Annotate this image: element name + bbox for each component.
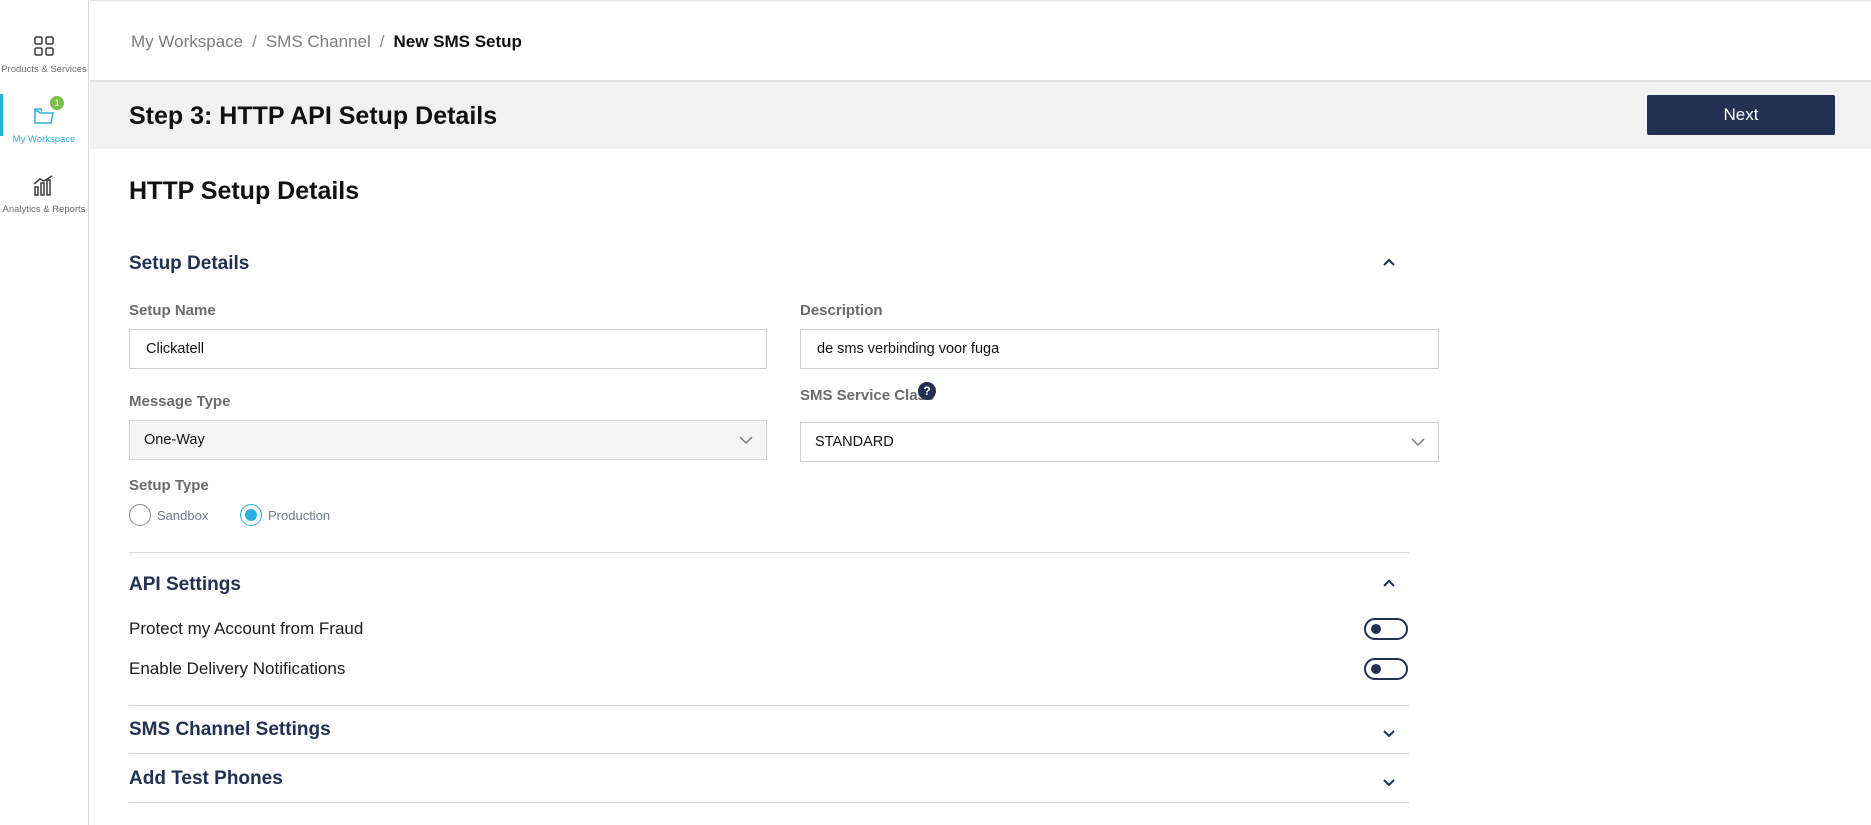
sms-service-class-text: SMS Service Class (800, 387, 935, 404)
bar-chart-icon (32, 174, 56, 198)
message-type-select[interactable]: One-Way (129, 420, 767, 460)
radio-sandbox-label[interactable]: Sandbox (157, 508, 208, 523)
sms-service-class-select[interactable]: STANDARD (800, 422, 1439, 462)
section-divider (129, 705, 1409, 706)
breadcrumb-sms-channel[interactable]: SMS Channel (266, 32, 371, 51)
radio-production[interactable] (240, 504, 262, 526)
breadcrumb-current: New SMS Setup (393, 32, 522, 51)
chevron-down-icon[interactable] (1381, 774, 1397, 790)
notification-badge: 1 (50, 96, 64, 110)
delivery-notifications-label: Enable Delivery Notifications (129, 659, 346, 678)
chevron-down-icon[interactable] (1381, 725, 1397, 741)
setup-name-input[interactable] (129, 329, 767, 369)
rail-item-analytics-reports[interactable]: Analytics & Reports (0, 174, 88, 215)
section-title: SMS Channel Settings (129, 719, 331, 740)
description-label: Description (800, 302, 883, 319)
step-title: Step 3: HTTP API Setup Details (129, 102, 498, 130)
message-type-value: One-Way (144, 432, 205, 448)
page-title: HTTP Setup Details (129, 177, 360, 205)
section-title: API Settings (129, 574, 241, 595)
folder-icon: 1 (32, 96, 64, 128)
section-divider (129, 802, 1409, 803)
description-input[interactable] (800, 329, 1439, 369)
api-settings-section-header[interactable]: API Settings (129, 574, 1409, 604)
next-button[interactable]: Next (1647, 95, 1835, 135)
radio-production-label[interactable]: Production (268, 508, 330, 523)
rail-item-products-services[interactable]: Products & Services (0, 34, 88, 75)
radio-sandbox[interactable] (129, 504, 151, 526)
breadcrumb-separator: / (379, 32, 385, 51)
fraud-protection-toggle[interactable] (1364, 618, 1408, 640)
grid-icon (32, 34, 56, 58)
breadcrumb-my-workspace[interactable]: My Workspace (131, 32, 243, 51)
step-header: Step 3: HTTP API Setup Details Next (90, 82, 1871, 149)
rail-item-my-workspace[interactable]: 1 My Workspace (0, 94, 88, 145)
chevron-up-icon[interactable] (1381, 576, 1397, 592)
rail-item-label: Analytics & Reports (2, 204, 86, 215)
setup-name-label: Setup Name (129, 302, 216, 319)
fraud-protection-label: Protect my Account from Fraud (129, 619, 364, 638)
top-bar: My Workspace / SMS Channel / New SMS Setup (90, 0, 1871, 82)
section-divider (129, 753, 1409, 754)
rail-item-label: My Workspace (12, 134, 76, 145)
section-title: Add Test Phones (129, 768, 283, 789)
sms-service-class-value: STANDARD (815, 434, 894, 450)
setup-details-section-header[interactable]: Setup Details (129, 253, 1409, 283)
rail-item-label: Products & Services (1, 64, 87, 75)
sms-channel-settings-section-header[interactable]: SMS Channel Settings (129, 719, 1409, 749)
section-title: Setup Details (129, 253, 250, 274)
breadcrumb: My Workspace / SMS Channel / New SMS Setup (131, 32, 522, 52)
delivery-notifications-toggle[interactable] (1364, 658, 1408, 680)
breadcrumb-separator: / (252, 32, 257, 51)
sms-service-class-label: SMS Service Class (800, 387, 934, 404)
chevron-down-icon (739, 436, 753, 445)
add-test-phones-section-header[interactable]: Add Test Phones (129, 768, 1409, 798)
chevron-down-icon (1411, 438, 1425, 447)
help-icon[interactable]: ? (918, 382, 936, 400)
message-type-label: Message Type (129, 393, 231, 410)
left-navigation-rail: Products & Services 1 My Workspace Analy… (0, 0, 89, 825)
chevron-up-icon[interactable] (1381, 255, 1397, 271)
setup-type-label: Setup Type (129, 477, 209, 494)
section-divider (129, 552, 1409, 553)
